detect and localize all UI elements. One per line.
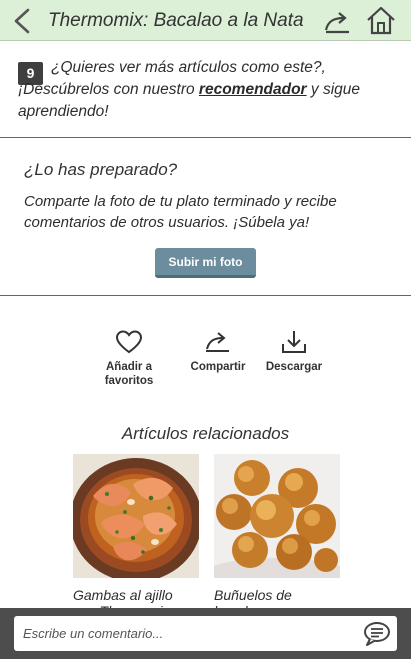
recommendation-text: ¿Quieres ver más artículos como este?, ¡… [18,57,398,123]
add-favorite-button[interactable]: Añadir a favoritos [98,330,160,388]
related-article-card[interactable]: Buñuelos de bacalao con [214,454,340,619]
favorite-label-line2: favoritos [104,375,154,387]
top-bar: Thermomix: Bacalao a la Nata [0,0,411,41]
related-article-title-line1: Gambas al ajillo [73,587,173,603]
share-arrow-icon [206,332,229,352]
upload-title: ¿Lo has preparado? [24,160,178,179]
related-article-title-line1: Buñuelos de [214,587,292,603]
recommender-link[interactable]: recomendador [199,81,307,98]
back-button[interactable] [10,7,34,35]
share-button[interactable] [323,8,353,36]
comment-input-container [14,616,397,651]
download-button[interactable]: Descargar [262,330,326,374]
send-comment-button[interactable] [363,621,391,646]
shrimp-dish-image [73,454,199,578]
heart-icon [115,330,143,354]
share-arrow-icon [324,12,349,34]
upload-photo-section: ¿Lo has preparado? Comparte la foto de t… [0,139,411,296]
related-article-card[interactable]: Gambas al ajillo con Thermomix [73,454,199,619]
recommendation-section: 9 ¿Quieres ver más artículos como este?,… [0,42,411,138]
share-label: Compartir [190,361,246,373]
cod-fritters-image [214,454,340,578]
download-icon [282,331,306,353]
recipe-page: Thermomix: Bacalao a la Nata 9 ¿Quieres … [0,0,411,659]
home-icon [367,6,395,35]
related-articles-title: Artículos relacionados [121,424,290,443]
favorite-label-line1: Añadir a [105,361,152,373]
share-action-button[interactable]: Compartir [183,330,253,374]
download-label: Descargar [265,361,323,373]
upload-description: Comparte la foto de tu plato terminado y… [24,193,337,231]
comment-bar [0,608,411,659]
upload-photo-button[interactable]: Subir mi foto [155,248,256,278]
page-title: Thermomix: Bacalao a la Nata [48,10,304,31]
back-chevron-icon [14,8,30,34]
home-button[interactable] [365,5,397,35]
comment-input[interactable] [14,616,354,651]
speech-bubble-icon [364,622,390,646]
